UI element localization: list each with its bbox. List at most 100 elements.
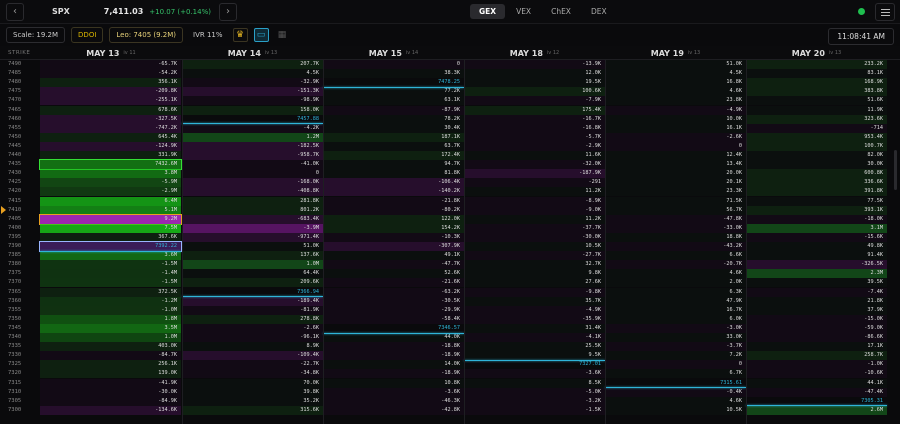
gex-cell[interactable]: 8.5K: [464, 378, 605, 388]
gex-cell[interactable]: 39.8K: [182, 387, 323, 397]
gex-cell[interactable]: 38.3K: [323, 69, 464, 79]
gex-cell[interactable]: 336.6K: [746, 178, 887, 188]
gex-cell[interactable]: -84.9K: [40, 396, 181, 406]
hamburger-menu-icon[interactable]: [875, 3, 895, 21]
gex-cell[interactable]: 158.0K: [182, 105, 323, 115]
gex-cell[interactable]: 391.8K: [746, 187, 887, 197]
gex-cell[interactable]: 6.7K: [605, 369, 746, 379]
gex-cell[interactable]: 137.6K: [182, 251, 323, 261]
gex-cell[interactable]: -29.9K: [323, 305, 464, 315]
gex-cell[interactable]: 94.7K: [323, 160, 464, 170]
gex-cell[interactable]: -18.8K: [323, 342, 464, 352]
gex-cell[interactable]: 52.6K: [323, 269, 464, 279]
gex-cell[interactable]: -43.2K: [605, 242, 746, 252]
gex-cell[interactable]: -2.9M: [40, 187, 181, 197]
gex-cell[interactable]: 154.2K: [323, 223, 464, 233]
gex-cell[interactable]: 10.5K: [605, 405, 746, 415]
gex-cell[interactable]: 11.9K: [746, 105, 887, 115]
gex-cell[interactable]: -326.5K: [746, 260, 887, 270]
gex-cell[interactable]: -41.0K: [182, 160, 323, 170]
gex-cell[interactable]: -307.9K: [323, 242, 464, 252]
gex-cell[interactable]: 403.0K: [40, 342, 181, 352]
gex-cell[interactable]: -971.4K: [182, 232, 323, 242]
gex-cell[interactable]: 678.6K: [40, 105, 181, 115]
gex-grid[interactable]: 7490 -65.7K 207.7K 0 -13.9K 51.0K 233.2K 7485 -5…: [0, 60, 900, 424]
gex-cell[interactable]: 44.1K: [746, 378, 887, 388]
gex-cell[interactable]: 12.4K: [605, 151, 746, 161]
gex-cell[interactable]: 17.1K: [746, 342, 887, 352]
gex-cell[interactable]: -58.4K: [323, 314, 464, 324]
gex-cell[interactable]: -47.8K: [605, 214, 746, 224]
gex-cell[interactable]: 0: [182, 169, 323, 179]
gex-cell[interactable]: 4.5K: [605, 69, 746, 79]
gex-cell[interactable]: 100.7K: [746, 141, 887, 151]
gex-cell[interactable]: -958.7K: [182, 151, 323, 161]
crown-icon[interactable]: ♛: [232, 28, 248, 42]
gex-cell[interactable]: 11.6K: [464, 151, 605, 161]
gex-cell[interactable]: -1.5M: [40, 260, 181, 270]
expiry-header[interactable]: MAY 19 iv 13: [605, 46, 746, 60]
gex-cell[interactable]: 77.2K: [323, 87, 464, 97]
gex-cell[interactable]: 801.2K: [182, 205, 323, 215]
gex-cell[interactable]: -4.1K: [464, 333, 605, 343]
panel-view-icon[interactable]: ▭: [253, 28, 269, 42]
gex-cell[interactable]: 23.3K: [605, 187, 746, 197]
gex-cell[interactable]: -9.8K: [464, 287, 605, 297]
gex-cell[interactable]: 11.2K: [464, 187, 605, 197]
gex-cell[interactable]: -33.0K: [605, 223, 746, 233]
gex-cell[interactable]: -4.9K: [605, 105, 746, 115]
gex-cell[interactable]: -96.1K: [182, 333, 323, 343]
chevron-left-icon[interactable]: ‹: [6, 2, 24, 21]
gex-cell[interactable]: 278.8K: [182, 314, 323, 324]
gex-cell[interactable]: 367.6K: [40, 232, 181, 242]
gex-cell[interactable]: 3.5M: [40, 323, 181, 333]
gex-cell[interactable]: 16.8K: [605, 78, 746, 88]
gex-cell[interactable]: 356.1K: [40, 78, 181, 88]
gex-cell[interactable]: -189.4K: [182, 296, 323, 306]
gex-cell[interactable]: 209.6K: [182, 278, 323, 288]
gex-cell[interactable]: -168.0K: [182, 178, 323, 188]
gex-cell[interactable]: 2.6M: [746, 405, 887, 415]
gex-cell[interactable]: 6.0K: [605, 314, 746, 324]
gex-cell[interactable]: -1.5M: [40, 278, 181, 288]
gex-cell[interactable]: 4.6K: [605, 87, 746, 97]
gex-cell[interactable]: 645.4K: [40, 132, 181, 142]
gex-cell[interactable]: -0.4K: [605, 387, 746, 397]
gex-cell[interactable]: 315.6K: [182, 405, 323, 415]
gex-cell[interactable]: -37.7K: [464, 223, 605, 233]
gex-cell[interactable]: 175.4K: [464, 105, 605, 115]
gex-cell[interactable]: -2.6K: [182, 323, 323, 333]
gex-cell[interactable]: -4.9K: [464, 305, 605, 315]
gex-cell[interactable]: -98.9K: [182, 96, 323, 106]
gex-cell[interactable]: -1.0K: [746, 360, 887, 370]
gex-cell[interactable]: -7.4K: [746, 287, 887, 297]
expiry-header[interactable]: MAY 14 iv 13: [182, 46, 323, 60]
gex-cell[interactable]: 12.0K: [464, 69, 605, 79]
gex-cell[interactable]: -187.9K: [464, 169, 605, 179]
expiry-header[interactable]: MAY 15 iv 14: [323, 46, 464, 60]
gex-cell[interactable]: -1.0M: [40, 305, 181, 315]
gex-cell[interactable]: 10.5K: [464, 242, 605, 252]
gex-cell[interactable]: 13.4K: [605, 160, 746, 170]
gex-cell[interactable]: -10.3K: [323, 232, 464, 242]
gex-cell[interactable]: 10.8K: [323, 378, 464, 388]
tab-gex[interactable]: GEX: [470, 4, 506, 19]
gex-cell[interactable]: -59.0K: [746, 323, 887, 333]
gex-cell[interactable]: 2.0K: [605, 278, 746, 288]
gex-cell[interactable]: 30.4K: [323, 123, 464, 133]
ddoi-toggle[interactable]: DDOI: [71, 27, 104, 43]
gex-cell[interactable]: -134.6K: [40, 405, 181, 415]
ticker-symbol[interactable]: SPX: [52, 7, 70, 16]
gex-cell[interactable]: 7.5M: [40, 223, 181, 233]
gex-cell[interactable]: 122.0K: [323, 214, 464, 224]
gex-cell[interactable]: 64.4K: [182, 269, 323, 279]
gex-cell[interactable]: 600.8K: [746, 169, 887, 179]
gex-cell[interactable]: 70.0K: [182, 378, 323, 388]
gex-cell[interactable]: -8.9K: [464, 196, 605, 206]
gex-cell[interactable]: -2.6K: [605, 132, 746, 142]
gex-cell[interactable]: -15.0K: [746, 314, 887, 324]
gex-cell[interactable]: -327.5K: [40, 114, 181, 124]
gex-cell[interactable]: 6.6K: [605, 251, 746, 261]
gex-cell[interactable]: -291: [464, 178, 605, 188]
gex-cell[interactable]: 47.9K: [605, 296, 746, 306]
